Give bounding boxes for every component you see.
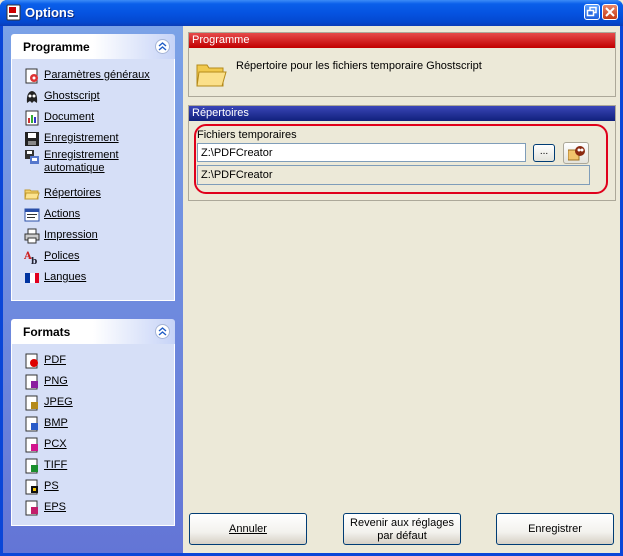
collapse-formats-button[interactable] bbox=[155, 324, 170, 339]
temp-files-label: Fichiers temporaires bbox=[197, 129, 297, 141]
sidebar-item-document[interactable]: Document bbox=[12, 107, 174, 128]
app-icon bbox=[6, 4, 21, 21]
sidebar-item-label: EPS bbox=[44, 501, 67, 513]
formats-group: Formats PDF PNG JPEG BMP PCX TIFF PS EPS bbox=[11, 319, 175, 526]
sidebar-item-jpeg[interactable]: JPEG bbox=[12, 392, 174, 413]
ghostscript-icon bbox=[568, 146, 585, 161]
close-button[interactable] bbox=[602, 4, 618, 20]
sidebar-item-label: Impression bbox=[44, 229, 98, 241]
temp-files-input[interactable] bbox=[197, 143, 526, 162]
sidebar-item-pdf[interactable]: PDF bbox=[12, 350, 174, 371]
sidebar-item-label: BMP bbox=[44, 417, 68, 429]
window-title: Options bbox=[25, 5, 75, 20]
save-button-label: Enregistrer bbox=[528, 523, 582, 535]
sidebar-item-general-settings[interactable]: Paramètres généraux bbox=[12, 65, 174, 86]
sidebar-item-label: PCX bbox=[44, 438, 67, 450]
programme-panel: Programme Répertoire pour les fichiers t… bbox=[188, 32, 616, 97]
sidebar-item-eps[interactable]: EPS bbox=[12, 497, 174, 518]
programme-description: Répertoire pour les fichiers temporaire … bbox=[236, 60, 482, 72]
restore-defaults-button[interactable]: Revenir aux réglages par défaut bbox=[343, 513, 461, 545]
programme-group-body: Paramètres généraux Ghostscript Document… bbox=[11, 59, 175, 301]
tiff-file-icon bbox=[25, 458, 38, 474]
sidebar-item-label: Ghostscript bbox=[44, 90, 100, 102]
sidebar-item-label: PDF bbox=[44, 354, 66, 366]
programme-group-header[interactable]: Programme bbox=[11, 34, 175, 59]
flag-icon bbox=[25, 273, 39, 283]
sidebar-item-languages[interactable]: Langues bbox=[12, 267, 174, 288]
sidebar-item-auto-save[interactable]: Enregistrement automatique bbox=[12, 149, 174, 183]
sidebar-item-label: Langues bbox=[44, 271, 87, 283]
sidebar-item-pcx[interactable]: PCX bbox=[12, 434, 174, 455]
directories-panel: Répertoires Fichiers temporaires ... Z:\… bbox=[188, 105, 616, 201]
close-icon bbox=[605, 7, 615, 17]
restore-icon bbox=[586, 6, 597, 17]
sidebar-item-label: Paramètres généraux bbox=[44, 69, 150, 81]
actions-icon bbox=[24, 208, 40, 222]
temp-files-resolved-path: Z:\PDFCreator bbox=[197, 165, 590, 185]
sidebar-item-ps[interactable]: PS bbox=[12, 476, 174, 497]
sidebar-item-tiff[interactable]: TIFF bbox=[12, 455, 174, 476]
folder-icon bbox=[196, 64, 227, 87]
ghostscript-button[interactable] bbox=[563, 142, 589, 164]
title-bar[interactable]: Options bbox=[0, 0, 623, 26]
fonts-icon: Ab bbox=[24, 251, 37, 265]
main-panel: Programme Répertoire pour les fichiers t… bbox=[183, 26, 620, 553]
sidebar-item-directories[interactable]: Répertoires bbox=[12, 183, 174, 204]
cancel-button[interactable]: Annuler bbox=[189, 513, 307, 545]
sidebar-item-fonts[interactable]: Ab Polices bbox=[12, 246, 174, 267]
chevron-up-icon bbox=[158, 327, 167, 336]
restore-button[interactable] bbox=[584, 4, 600, 20]
cancel-button-label: Annuler bbox=[229, 523, 267, 535]
collapse-programme-button[interactable] bbox=[155, 39, 170, 54]
window-client: Programme Paramètres généraux Ghostscrip… bbox=[3, 26, 620, 553]
programme-group-title: Programme bbox=[23, 40, 90, 54]
jpeg-file-icon bbox=[25, 395, 38, 411]
chevron-up-icon bbox=[158, 42, 167, 51]
folder-icon bbox=[24, 189, 40, 200]
sidebar-item-label: Document bbox=[44, 111, 95, 123]
sidebar-item-label: TIFF bbox=[44, 459, 68, 471]
sidebar-item-ghostscript[interactable]: Ghostscript bbox=[12, 86, 174, 107]
sidebar-item-label: PNG bbox=[44, 375, 68, 387]
sidebar-item-label: Polices bbox=[44, 250, 80, 262]
sidebar-item-png[interactable]: PNG bbox=[12, 371, 174, 392]
printer-icon bbox=[24, 228, 40, 244]
formats-group-title: Formats bbox=[23, 325, 71, 339]
svg-text:b: b bbox=[31, 257, 37, 265]
sidebar: Programme Paramètres généraux Ghostscrip… bbox=[3, 26, 183, 553]
sidebar-item-label: Actions bbox=[44, 208, 81, 220]
sidebar-item-bmp[interactable]: BMP bbox=[12, 413, 174, 434]
directories-panel-header: Répertoires bbox=[189, 106, 615, 121]
document-icon bbox=[25, 110, 39, 126]
formats-group-body: PDF PNG JPEG BMP PCX TIFF PS EPS bbox=[11, 344, 175, 526]
programme-group: Programme Paramètres généraux Ghostscrip… bbox=[11, 34, 175, 301]
ps-file-icon bbox=[25, 479, 38, 495]
options-window: Options Programme Paramètres généraux Gh… bbox=[0, 0, 623, 556]
ghostscript-icon bbox=[26, 91, 38, 103]
eps-file-icon bbox=[25, 500, 38, 516]
sidebar-item-label: PS bbox=[44, 480, 59, 492]
bmp-file-icon bbox=[25, 416, 38, 432]
save-button[interactable]: Enregistrer bbox=[496, 513, 614, 545]
programme-panel-header: Programme bbox=[189, 33, 615, 48]
sidebar-item-label: Enregistrement bbox=[44, 132, 119, 144]
sidebar-item-label: JPEG bbox=[44, 396, 73, 408]
restore-defaults-label-line2: par défaut bbox=[377, 530, 427, 542]
sidebar-item-label: Enregistrement automatique bbox=[44, 149, 119, 174]
browse-button[interactable]: ... bbox=[533, 144, 555, 162]
png-file-icon bbox=[25, 374, 38, 390]
sidebar-item-label: Répertoires bbox=[44, 187, 101, 199]
settings-icon bbox=[25, 68, 38, 84]
save-icon bbox=[25, 132, 39, 146]
sidebar-item-printing[interactable]: Impression bbox=[12, 225, 174, 246]
auto-save-icon bbox=[25, 150, 39, 164]
formats-group-header[interactable]: Formats bbox=[11, 319, 175, 344]
restore-defaults-label-line1: Revenir aux réglages bbox=[350, 517, 454, 529]
pcx-file-icon bbox=[25, 437, 38, 453]
sidebar-item-actions[interactable]: Actions bbox=[12, 204, 174, 225]
sidebar-item-save[interactable]: Enregistrement bbox=[12, 128, 174, 149]
pdf-file-icon bbox=[25, 353, 38, 369]
